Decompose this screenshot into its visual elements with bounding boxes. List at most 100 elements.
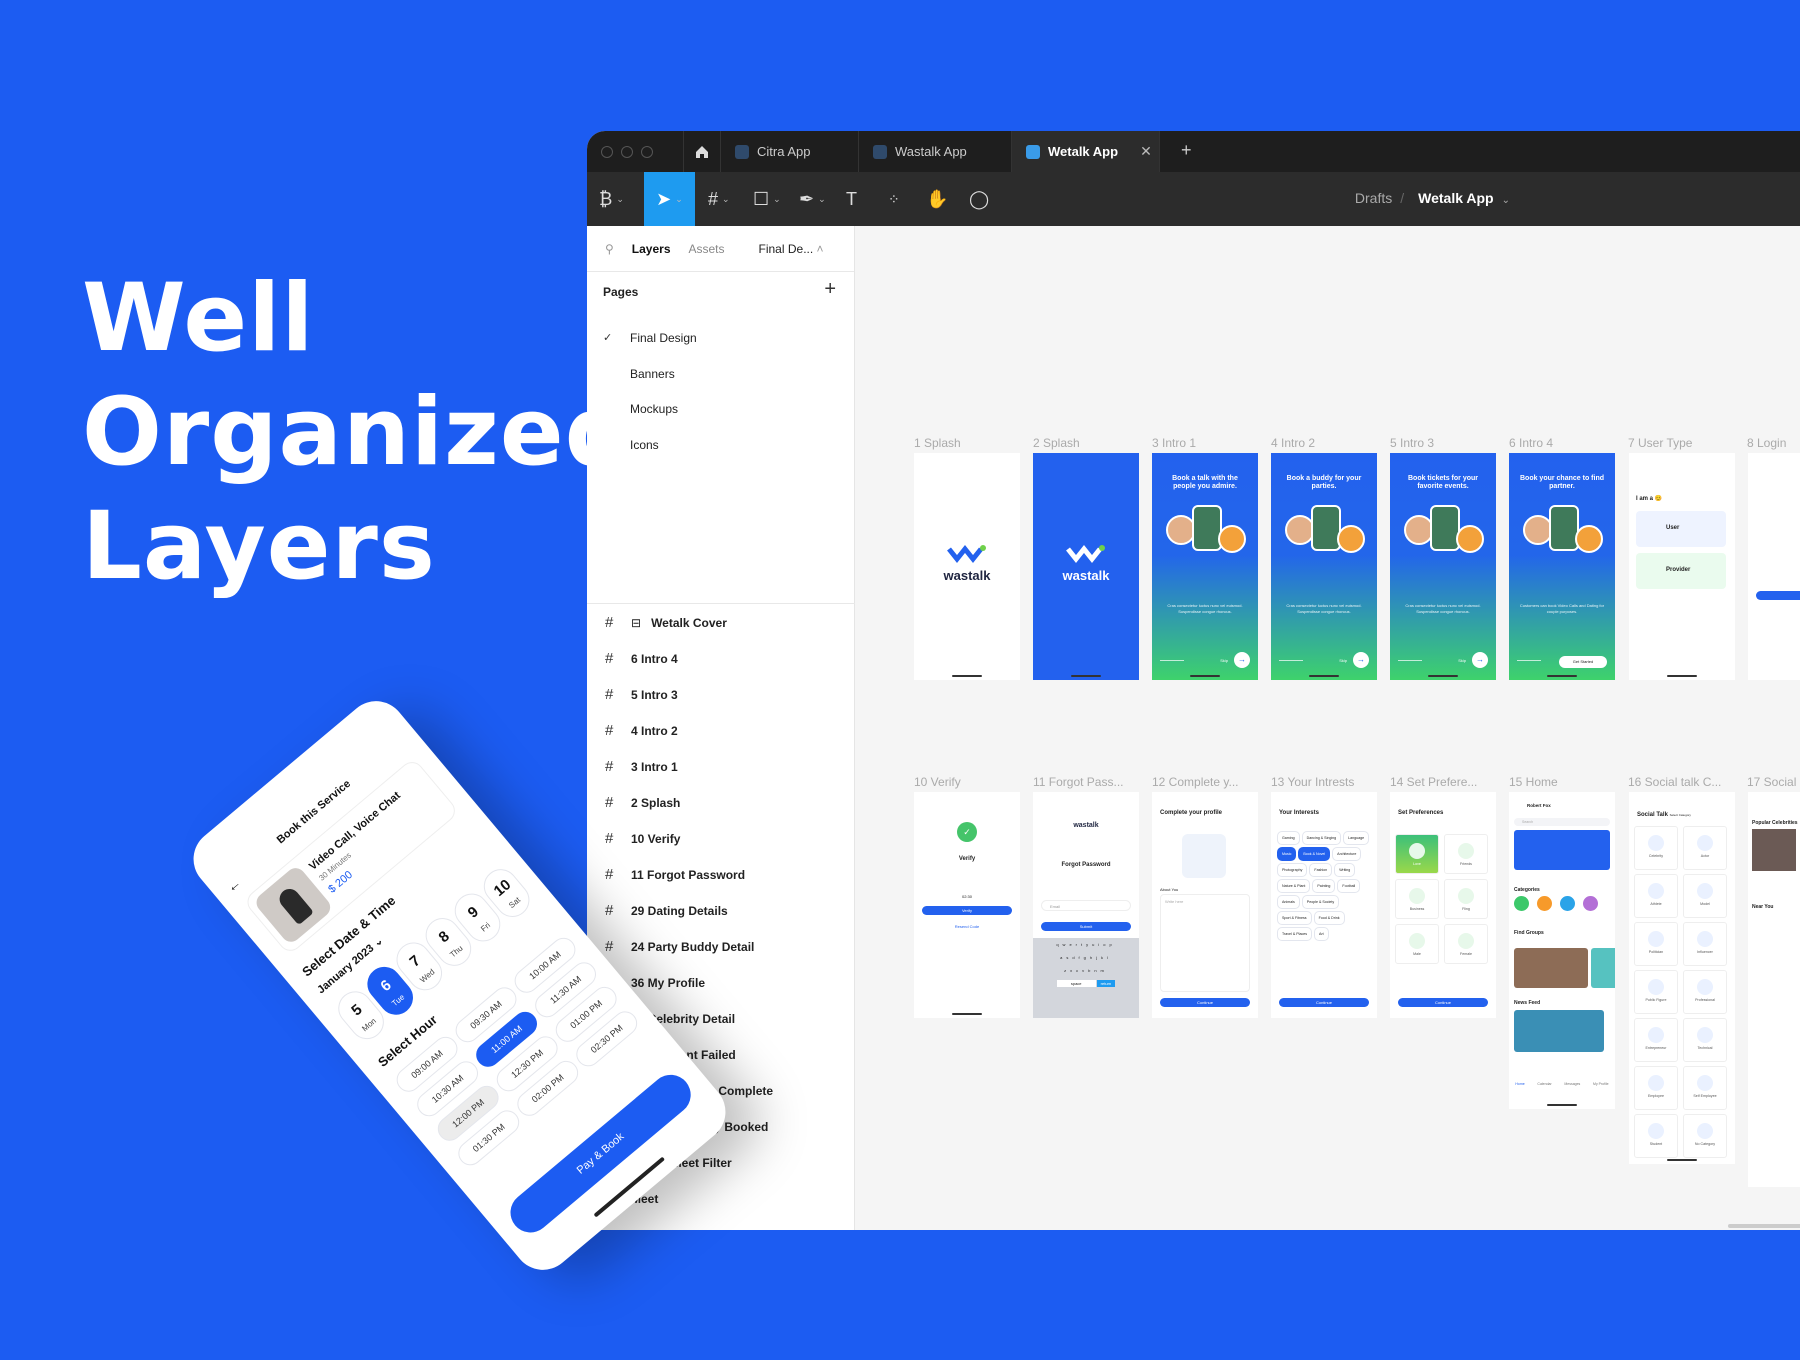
layer-item[interactable]: #4 Intro 2 <box>605 722 678 739</box>
search-icon[interactable]: ⚲ <box>605 242 614 256</box>
continue-button[interactable]: Continue <box>1398 998 1488 1007</box>
category-tile[interactable]: Technical <box>1683 1018 1727 1062</box>
category-tile[interactable]: Entrepreneur <box>1634 1018 1678 1062</box>
layer-item[interactable]: #2 Splash <box>605 794 680 811</box>
hand-tool-button[interactable]: ✋ <box>926 172 948 226</box>
page-select[interactable]: Final De... ˄ <box>759 242 824 256</box>
interest-chip[interactable]: Football <box>1337 879 1361 893</box>
layer-item[interactable]: # ⊟ Wetalk Cover <box>605 614 727 631</box>
keyboard[interactable]: qwertyuiop asdfghjkl zxcvbnm space retur… <box>1033 938 1139 1018</box>
frame-label[interactable]: 12 Complete y... <box>1152 775 1238 789</box>
frame-label[interactable]: 15 Home <box>1509 775 1558 789</box>
tab-wetalk-app[interactable]: Wetalk App ✕ <box>1012 131 1160 172</box>
comment-tool-button[interactable]: ◯ <box>969 172 989 226</box>
layer-item[interactable]: #10 Verify <box>605 830 680 847</box>
add-page-button[interactable]: + <box>824 278 836 301</box>
pen-tool-button[interactable]: ✒ ⌄ <box>799 172 826 226</box>
tab-wastalk-app[interactable]: Wastalk App <box>859 131 1012 172</box>
get-started-button[interactable]: Get Started <box>1559 656 1607 668</box>
about-textarea[interactable]: Write here <box>1160 894 1250 992</box>
frame-label[interactable]: 10 Verify <box>914 775 961 789</box>
frame-7-user-type[interactable]: I am a 😊 User Provider <box>1629 453 1735 680</box>
frame-label[interactable]: 17 Social <box>1747 775 1796 789</box>
interest-chip[interactable]: Language <box>1343 831 1370 845</box>
continue-button[interactable]: Continue <box>1279 998 1369 1007</box>
category-tile[interactable]: Student <box>1634 1114 1678 1158</box>
category-tile[interactable]: Athlete <box>1634 874 1678 918</box>
preference-tile[interactable]: Fling <box>1444 879 1488 919</box>
move-tool-button[interactable]: ➤ ⌄ <box>644 172 695 226</box>
layer-item[interactable]: #24 Party Buddy Detail <box>605 938 754 955</box>
verify-button[interactable]: Verify <box>922 906 1012 915</box>
nav-messages[interactable]: Messages <box>1564 1082 1580 1086</box>
interest-chip[interactable]: Art <box>1314 927 1329 941</box>
interest-chip[interactable]: Dancing & Singing <box>1301 831 1342 845</box>
breadcrumb-drafts[interactable]: Drafts <box>1355 190 1392 206</box>
figma-menu-button[interactable]: ₿ ⌄ <box>599 172 624 226</box>
frame-tool-button[interactable]: # ⌄ <box>708 172 730 226</box>
nav-profile[interactable]: My Profile <box>1593 1082 1609 1086</box>
layer-item[interactable]: #29 Dating Details <box>605 902 728 919</box>
frame-2-splash[interactable]: wastalk <box>1033 453 1139 680</box>
skip-button[interactable]: Skip <box>1339 658 1347 663</box>
layer-item[interactable]: #11 Forgot Password <box>605 866 745 883</box>
components-button[interactable]: ⁘ <box>888 172 900 226</box>
frame-intro[interactable]: Book tickets for your favorite events. C… <box>1390 453 1496 680</box>
frame-label[interactable]: 7 User Type <box>1628 436 1692 450</box>
preference-tile[interactable]: Love <box>1395 834 1439 874</box>
frame-label[interactable]: 5 Intro 3 <box>1390 436 1434 450</box>
page-item[interactable]: Banners <box>630 367 675 381</box>
preference-tile[interactable]: Business <box>1395 879 1439 919</box>
shape-tool-button[interactable]: ☐ ⌄ <box>753 172 781 226</box>
resend-code-link[interactable]: Resend Code <box>914 924 1020 929</box>
breadcrumb-file[interactable]: Wetalk App <box>1418 190 1493 206</box>
tab-assets[interactable]: Assets <box>689 242 725 256</box>
horizontal-scrollbar[interactable] <box>1728 1224 1800 1228</box>
user-option[interactable]: User <box>1636 511 1726 547</box>
canvas[interactable]: 1 Splash 2 Splash 3 Intro 1 4 Intro 2 5 Intr… <box>855 226 1800 1230</box>
frame-label[interactable]: 2 Splash <box>1033 436 1080 450</box>
interest-chip[interactable]: Photography <box>1277 863 1308 877</box>
interest-chip[interactable]: Nature & Plant <box>1277 879 1311 893</box>
category-tile[interactable]: Self Employee <box>1683 1066 1727 1110</box>
skip-button[interactable]: Skip <box>1458 658 1466 663</box>
group-image[interactable] <box>1514 948 1588 988</box>
arrow-right-icon[interactable]: → <box>1353 652 1369 668</box>
frame-label[interactable]: 3 Intro 1 <box>1152 436 1196 450</box>
arrow-right-icon[interactable]: → <box>1472 652 1488 668</box>
frame-label[interactable]: 6 Intro 4 <box>1509 436 1553 450</box>
layer-item[interactable]: #6 Intro 4 <box>605 650 678 667</box>
close-icon[interactable]: ✕ <box>1140 143 1152 160</box>
preference-tile[interactable]: Friends <box>1444 834 1488 874</box>
frame-17-social[interactable]: Popular Celebrities Near You <box>1748 792 1800 1187</box>
category-tile[interactable]: Model <box>1683 874 1727 918</box>
nav-calendar[interactable]: Calendar <box>1537 1082 1551 1086</box>
frame-intro[interactable]: Book your chance to find partner. Custom… <box>1509 453 1615 680</box>
page-item[interactable]: Mockups <box>630 402 678 416</box>
provider-option[interactable]: Provider <box>1636 553 1726 589</box>
category-tile[interactable]: Influencer <box>1683 922 1727 966</box>
email-field[interactable]: Email <box>1041 900 1131 911</box>
layer-item[interactable]: #3 Intro 1 <box>605 758 678 775</box>
skip-button[interactable]: Skip <box>1220 658 1228 663</box>
frame-label[interactable]: 8 Login <box>1747 436 1786 450</box>
frame-label[interactable]: 1 Splash <box>914 436 961 450</box>
frame-10-verify[interactable]: ✓ Verify 02:30 Verify Resend Code <box>914 792 1020 1018</box>
category-tile[interactable]: Celebrity <box>1634 826 1678 870</box>
interest-chip[interactable]: Travel & Places <box>1277 927 1313 941</box>
frame-intro[interactable]: Book a buddy for your parties. Cras cons… <box>1271 453 1377 680</box>
interest-chip[interactable]: People & Society <box>1301 895 1340 909</box>
arrow-right-icon[interactable]: → <box>1234 652 1250 668</box>
frame-label[interactable]: 14 Set Prefere... <box>1390 775 1477 789</box>
submit-button[interactable]: Submit <box>1041 922 1131 931</box>
frame-label[interactable]: 13 Your Intrests <box>1271 775 1354 789</box>
promo-banner[interactable] <box>1514 830 1610 870</box>
continue-button[interactable]: Continue <box>1160 998 1250 1007</box>
frame-label[interactable]: 4 Intro 2 <box>1271 436 1315 450</box>
interest-chip[interactable]: Painting <box>1312 879 1336 893</box>
login-button[interactable] <box>1756 591 1800 600</box>
window-controls[interactable] <box>601 146 653 158</box>
interest-chip[interactable]: Fashion <box>1309 863 1333 877</box>
frame-14-set-preferences[interactable]: Set Preferences Love Friends Business Fling… <box>1390 792 1496 1018</box>
frame-1-splash[interactable]: wastalk <box>914 453 1020 680</box>
